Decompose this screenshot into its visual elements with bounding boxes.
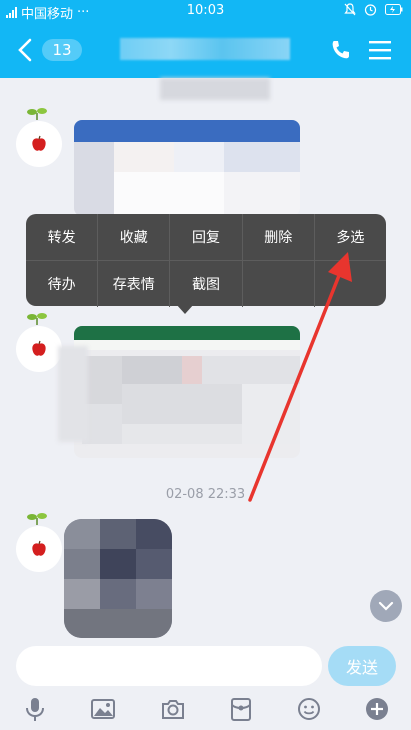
send-button[interactable]: 发送 xyxy=(328,646,396,686)
sprout-icon xyxy=(27,313,47,325)
blurred-image-block xyxy=(122,384,242,424)
screenshot-button[interactable]: 截图 xyxy=(170,261,243,307)
blurred-image-block xyxy=(82,404,122,444)
blurred-image-block xyxy=(202,356,300,384)
message-input[interactable] xyxy=(16,646,322,686)
chat-header: 13 xyxy=(0,22,411,78)
context-menu-pointer xyxy=(176,304,194,314)
context-menu-empty-cell xyxy=(243,261,315,307)
blurred-image-block xyxy=(64,519,100,549)
sender-avatar[interactable] xyxy=(16,121,62,167)
microphone-icon[interactable] xyxy=(22,696,48,722)
blurred-image-block xyxy=(100,549,136,579)
blurred-image-block xyxy=(64,609,172,638)
blurred-image-block xyxy=(182,356,202,384)
context-menu-row: 待办 存表情 截图 xyxy=(26,261,386,307)
blurred-image-block xyxy=(82,356,122,404)
blurred-overlap xyxy=(58,346,88,442)
blurred-image-block xyxy=(74,142,114,216)
blurred-image-block xyxy=(224,142,300,172)
chat-title-blurred xyxy=(120,38,290,60)
multi-select-button[interactable]: 多选 xyxy=(315,214,386,260)
apple-icon xyxy=(32,540,46,556)
blurred-image-block xyxy=(136,549,172,579)
sender-avatar[interactable] xyxy=(16,526,62,572)
message-timestamp: 02-08 22:33 xyxy=(165,487,246,502)
image-message-bubble[interactable] xyxy=(74,120,300,216)
blurred-image-block xyxy=(122,424,242,444)
mute-bell-icon xyxy=(344,3,356,16)
blurred-image-block xyxy=(136,519,172,549)
image-icon[interactable] xyxy=(90,696,116,722)
blurred-image-block xyxy=(174,142,224,172)
forward-button[interactable]: 转发 xyxy=(26,214,99,260)
sender-avatar[interactable] xyxy=(16,326,62,372)
blurred-image-block xyxy=(122,356,182,384)
camera-icon[interactable] xyxy=(160,696,186,722)
unread-count-badge: 13 xyxy=(42,39,82,61)
scroll-to-bottom-button[interactable] xyxy=(370,590,402,622)
excel-ribbon xyxy=(74,326,300,340)
context-menu-row: 转发 收藏 回复 删除 多选 xyxy=(26,214,386,261)
blurred-image-block xyxy=(100,519,136,549)
reply-button[interactable]: 回复 xyxy=(170,214,243,260)
emoji-icon[interactable] xyxy=(296,696,322,722)
back-button[interactable]: 13 xyxy=(14,36,82,64)
back-arrow-icon xyxy=(18,38,32,62)
sprout-icon xyxy=(27,108,47,120)
blurred-image-header xyxy=(74,120,300,142)
sprout-icon xyxy=(27,513,47,525)
blurred-image-block xyxy=(114,142,174,172)
blurred-image-block xyxy=(64,549,100,579)
phone-call-icon[interactable] xyxy=(329,38,353,62)
blurred-sender-name xyxy=(160,78,270,100)
favorite-button[interactable]: 收藏 xyxy=(98,214,171,260)
context-menu-empty-cell xyxy=(315,261,386,307)
apple-icon xyxy=(32,340,46,356)
apple-icon xyxy=(32,135,46,151)
blurred-image-block xyxy=(136,579,172,609)
composer: 发送 xyxy=(0,638,411,730)
save-sticker-button[interactable]: 存表情 xyxy=(98,261,171,307)
delete-button[interactable]: 删除 xyxy=(243,214,315,260)
message-list[interactable] xyxy=(0,78,411,638)
menu-icon[interactable] xyxy=(369,40,391,60)
todo-button[interactable]: 待办 xyxy=(26,261,99,307)
blurred-image-block xyxy=(242,384,300,444)
chevron-down-icon xyxy=(378,601,394,611)
blurred-image-block xyxy=(114,172,224,216)
excel-toolbar xyxy=(74,340,300,350)
status-bar: 中国移动 ··· 10:03 xyxy=(0,0,411,22)
blurred-image-block xyxy=(224,172,300,216)
blurred-image-block xyxy=(100,579,136,609)
alarm-icon xyxy=(364,4,377,16)
blurred-image-block xyxy=(64,579,100,609)
dark-image-message-bubble[interactable] xyxy=(64,519,172,638)
excel-image-message-bubble[interactable] xyxy=(74,326,300,458)
battery-icon xyxy=(385,4,403,15)
red-packet-icon[interactable] xyxy=(228,696,254,722)
plus-icon[interactable] xyxy=(364,696,390,722)
status-right xyxy=(344,3,403,16)
message-context-menu: 转发 收藏 回复 删除 多选 待办 存表情 截图 xyxy=(26,214,386,307)
